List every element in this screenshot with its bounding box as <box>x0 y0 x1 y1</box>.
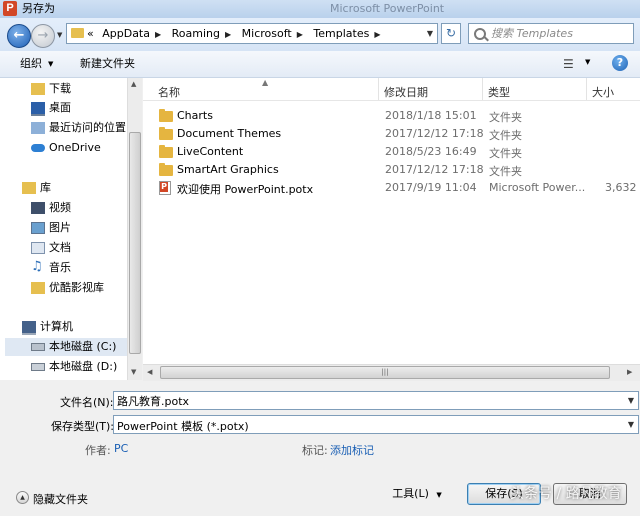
address-dropdown-icon[interactable]: ▼ <box>427 29 433 38</box>
videos-icon <box>31 202 45 214</box>
youku-library-icon <box>31 282 45 294</box>
download-folder-icon <box>31 83 45 95</box>
view-options-icon[interactable]: ☰ <box>563 57 574 71</box>
back-button[interactable]: ← <box>7 24 31 48</box>
scroll-down-icon[interactable]: ▼ <box>131 368 136 376</box>
author-label: 作者: <box>85 444 111 457</box>
powerpoint-app-icon: P <box>3 1 17 16</box>
table-row[interactable]: Document Themes 2017/12/12 17:18 文件夹 <box>155 125 640 143</box>
computer-icon <box>22 321 36 335</box>
chevron-down-icon[interactable]: ▼ <box>48 56 53 72</box>
organize-button[interactable]: 组织 <box>20 56 42 72</box>
breadcrumb-templates[interactable]: Templates <box>313 27 369 40</box>
folder-icon <box>71 28 84 38</box>
drive-icon <box>31 363 45 371</box>
filename-combobox[interactable]: ▼ <box>113 391 639 410</box>
documents-icon <box>31 242 45 254</box>
onedrive-icon <box>31 144 45 152</box>
breadcrumb-microsoft[interactable]: Microsoft <box>242 27 292 40</box>
scroll-left-icon[interactable]: ◀ <box>147 368 152 376</box>
pictures-icon <box>31 222 45 234</box>
breadcrumb-appdata[interactable]: AppData <box>102 27 150 40</box>
drive-icon <box>31 343 45 351</box>
column-type[interactable]: 类型 <box>488 84 510 100</box>
column-size[interactable]: 大小 <box>592 84 614 100</box>
horizontal-scroll-thumb[interactable]: ||| <box>160 366 610 379</box>
column-date[interactable]: 修改日期 <box>384 84 428 100</box>
column-name[interactable]: 名称 <box>158 84 180 100</box>
scroll-up-icon[interactable]: ▲ <box>131 80 136 88</box>
add-tags-link[interactable]: 添加标记 <box>330 442 374 458</box>
title-bar <box>0 0 640 18</box>
navigation-scroll-thumb[interactable] <box>129 132 141 354</box>
table-row[interactable]: Charts 2018/1/18 15:01 文件夹 <box>155 107 640 125</box>
music-icon: ♫ <box>31 259 43 274</box>
powerpoint-file-icon <box>159 181 171 195</box>
breadcrumb-roaming[interactable]: Roaming <box>172 27 220 40</box>
column-divider[interactable] <box>482 78 483 100</box>
filetype-selected-value: PowerPoint 模板 (*.potx) <box>117 420 249 433</box>
author-value[interactable]: PC <box>114 442 128 455</box>
libraries-icon <box>22 182 36 194</box>
chevron-down-icon[interactable]: ▼ <box>585 58 590 66</box>
breadcrumb-overflow[interactable]: « <box>87 27 94 40</box>
filename-input[interactable] <box>114 392 638 409</box>
chevron-right-icon[interactable]: ▶ <box>155 30 161 39</box>
tools-label: 工具(L) <box>392 487 429 500</box>
filename-label: 文件名(N): <box>60 396 114 409</box>
background-window-title: Microsoft PowerPoint <box>330 2 445 15</box>
window-title: 另存为 <box>22 2 55 15</box>
search-box[interactable] <box>468 23 634 44</box>
breadcrumb: « AppData ▶ Roaming ▶ Microsoft ▶ Templates… <box>87 27 387 40</box>
folder-icon <box>159 127 173 140</box>
sort-ascending-icon: ▲ <box>262 78 269 87</box>
table-row[interactable]: LiveContent 2018/5/23 16:49 文件夹 <box>155 143 640 161</box>
folder-icon <box>159 145 173 158</box>
tools-button[interactable]: 工具(L) ▼ <box>376 483 458 505</box>
column-divider[interactable] <box>378 78 379 100</box>
chevron-down-icon[interactable]: ▼ <box>628 396 634 405</box>
chevron-right-icon[interactable]: ▶ <box>225 30 231 39</box>
table-row[interactable]: 欢迎使用 PowerPoint.potx 2017/9/19 11:04 Mic… <box>155 179 640 197</box>
chevron-down-icon[interactable]: ▼ <box>628 420 634 429</box>
filetype-label: 保存类型(T): <box>51 420 115 433</box>
hide-folders-button[interactable]: 隐藏文件夹 <box>33 491 88 507</box>
new-folder-button[interactable]: 新建文件夹 <box>80 56 135 72</box>
chevron-down-icon: ▼ <box>436 491 442 499</box>
folder-icon <box>159 109 173 122</box>
chevron-right-icon[interactable]: ▶ <box>374 30 380 39</box>
filetype-select[interactable]: PowerPoint 模板 (*.potx) ▼ <box>113 415 639 434</box>
watermark: 头条号 / 路凡教育 <box>510 486 622 502</box>
tags-label: 标记: <box>302 444 328 457</box>
table-row[interactable]: SmartArt Graphics 2017/12/12 17:18 文件夹 <box>155 161 640 179</box>
collapse-icon[interactable]: ▲ <box>16 491 29 504</box>
scroll-right-icon[interactable]: ▶ <box>627 368 632 376</box>
sidebar-item-drive-c[interactable]: 本地磁盘 (C:) <box>5 338 127 356</box>
history-dropdown-icon[interactable]: ▼ <box>57 31 62 39</box>
folder-icon <box>159 163 173 176</box>
column-divider[interactable] <box>586 78 587 100</box>
recent-places-icon <box>31 122 45 134</box>
forward-button[interactable]: → <box>31 24 55 48</box>
chevron-right-icon[interactable]: ▶ <box>297 30 303 39</box>
refresh-button[interactable]: ↻ <box>441 23 461 44</box>
help-icon[interactable]: ? <box>612 55 628 71</box>
search-input[interactable] <box>469 24 633 43</box>
search-icon[interactable] <box>474 28 486 40</box>
navigation-pane: 下载 桌面 最近访问的位置 OneDrive 库 视频 图片 文档 ♫ 音乐 优… <box>0 78 141 380</box>
address-bar[interactable]: « AppData ▶ Roaming ▶ Microsoft ▶ Templates… <box>66 23 438 44</box>
desktop-icon <box>31 102 45 116</box>
